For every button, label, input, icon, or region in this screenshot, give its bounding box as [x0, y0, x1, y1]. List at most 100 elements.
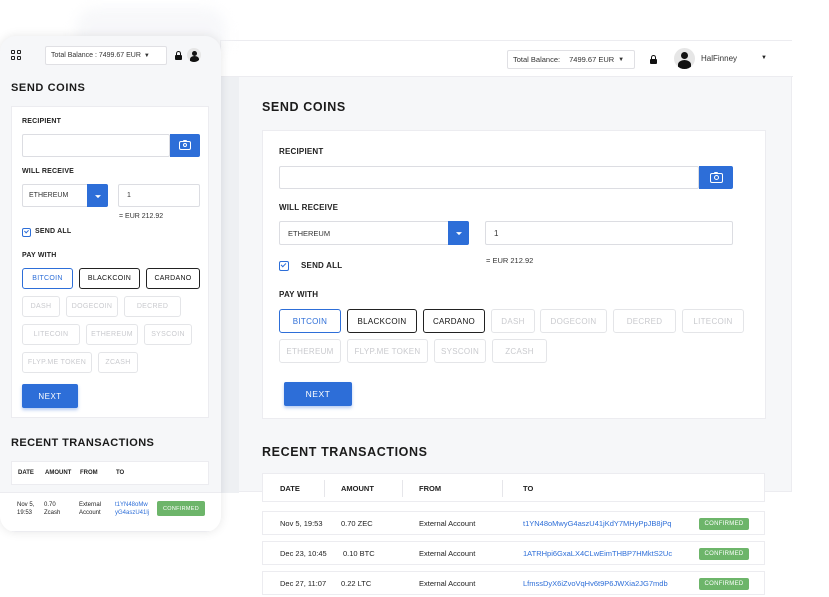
coin-blackcoin[interactable]: BLACKCOIN	[79, 268, 140, 289]
table-row[interactable]: Dec 23, 10:45 0.10 BTC External Account …	[262, 541, 765, 565]
status-badge: CONFIRMED	[699, 518, 749, 530]
coin-syscoin[interactable]: SYSCOIN	[434, 339, 486, 363]
page-title: SEND COINS	[262, 100, 346, 114]
avatar[interactable]	[674, 48, 695, 69]
scan-qr-button[interactable]	[699, 166, 733, 189]
amount-input[interactable]: 1	[118, 184, 200, 207]
tx-date: Nov 5, 19:53	[280, 519, 323, 528]
coin-litecoin[interactable]: LITECOIN	[22, 324, 80, 345]
coin-flypme-token[interactable]: FLYP.ME TOKEN	[22, 352, 92, 373]
balance-dropdown[interactable]: Total Balance: 7499.67 EUR ▼	[507, 50, 635, 69]
top-bar: Total Balance: 7499.67 EUR ▼ HalFinney ▼	[221, 41, 793, 77]
column-to: TO	[523, 484, 534, 493]
amount-input[interactable]: 1	[485, 221, 733, 245]
send-all-checkbox[interactable]	[22, 228, 31, 237]
checkmark-icon	[24, 228, 29, 234]
recipient-input[interactable]	[22, 134, 170, 157]
next-button[interactable]: NEXT	[284, 382, 352, 406]
table-row[interactable]: Nov 5, 19:53 0.70 ZEC External Account t…	[262, 511, 765, 535]
lock-icon[interactable]	[650, 55, 657, 64]
will-receive-label: WILL RECEIVE	[22, 168, 75, 175]
sidebar	[221, 77, 239, 493]
tx-date: Dec 23, 10:45	[280, 549, 327, 558]
table-row[interactable]: Nov 5, 19:53 0.70 Zcash External Account t1…	[0, 492, 221, 532]
status-badge: CONFIRMED	[699, 548, 749, 560]
coin-litecoin[interactable]: LITECOIN	[682, 309, 744, 333]
apps-grid-icon[interactable]	[11, 50, 23, 62]
balance-dropdown[interactable]: Total Balance : 7499.67 EUR ▼	[45, 46, 167, 65]
tx-from: External Account	[419, 549, 476, 558]
coin-dash[interactable]: DASH	[22, 296, 60, 317]
tx-from: External Account	[419, 519, 476, 528]
coin-bitcoin[interactable]: BITCOIN	[279, 309, 341, 333]
status-badge: CONFIRMED	[157, 501, 205, 516]
amount-equivalent: = EUR 212.92	[486, 256, 534, 265]
coin-cardano[interactable]: CARDANO	[423, 309, 485, 333]
currency-select[interactable]: ETHEREUM	[279, 221, 469, 245]
status-badge: CONFIRMED	[699, 578, 749, 590]
tx-to-address[interactable]: LfmssDyX6iZvoVqHv6t9P6JWXia2JG7mdb	[523, 579, 668, 588]
currency-select-caret[interactable]	[448, 221, 469, 245]
coin-flypme-token[interactable]: FLYP.ME TOKEN	[347, 339, 428, 363]
coin-zcash[interactable]: ZCASH	[492, 339, 547, 363]
transactions-header: DATE AMOUNT FROM TO	[262, 473, 765, 502]
avatar[interactable]	[187, 48, 201, 62]
mobile-view: Total Balance : 7499.67 EUR ▼ SEND COINS…	[0, 36, 221, 532]
column-amount: AMOUNT	[45, 470, 72, 476]
send-all-label[interactable]: SEND ALL	[301, 261, 342, 270]
chevron-down-icon[interactable]: ▼	[761, 55, 767, 61]
checkmark-icon	[280, 261, 287, 268]
coin-dash[interactable]: DASH	[491, 309, 535, 333]
tx-from: External Account	[419, 579, 476, 588]
send-all-label[interactable]: SEND ALL	[35, 228, 71, 235]
lock-icon[interactable]	[175, 51, 182, 60]
column-from: FROM	[80, 470, 98, 476]
tx-date: Nov 5, 19:53	[17, 502, 35, 516]
send-form-card: RECIPIENT WILL RECEIVE ETHEREUM 1 = EUR …	[11, 106, 209, 418]
coin-ethereum[interactable]: ETHEREUM	[86, 324, 138, 345]
table-row[interactable]: Dec 27, 11:07 0.22 LTC External Account …	[262, 571, 765, 595]
tx-to-address[interactable]: t1YN48oMw yG4aszU41lj	[115, 501, 149, 517]
balance-text: Total Balance : 7499.67 EUR	[51, 52, 141, 59]
tx-amount: 0.22 LTC	[341, 579, 372, 588]
recipient-label: RECIPIENT	[279, 147, 324, 156]
chevron-down-icon: ▼	[618, 56, 625, 63]
will-receive-label: WILL RECEIVE	[279, 203, 339, 212]
pay-with-label: PAY WITH	[279, 290, 319, 299]
column-amount: AMOUNT	[341, 484, 374, 493]
pay-with-label: PAY WITH	[22, 252, 57, 259]
balance-value: 7499.67 EUR	[569, 55, 615, 64]
coin-ethereum[interactable]: ETHEREUM	[279, 339, 341, 363]
tx-amount: 0.10 BTC	[343, 549, 375, 558]
balance-label: Total Balance:	[513, 55, 561, 64]
tx-to-address[interactable]: t1YN48oMwyG4aszU41jKdY7MHyPpJB8jPq	[523, 519, 671, 528]
tx-from: External Account	[79, 502, 102, 516]
username[interactable]: HalFinney	[701, 54, 737, 63]
coin-syscoin[interactable]: SYSCOIN	[144, 324, 192, 345]
scan-qr-button[interactable]	[170, 134, 200, 157]
recipient-input[interactable]	[279, 166, 699, 189]
tx-date: Dec 27, 11:07	[280, 579, 327, 588]
send-all-checkbox[interactable]	[279, 261, 289, 271]
tx-to-address[interactable]: 1ATRHpi6GxaLX4CLwEimTHBP7HMktS2Uc	[523, 549, 672, 558]
chevron-down-icon	[455, 232, 462, 236]
coin-decred[interactable]: DECRED	[613, 309, 676, 333]
coin-cardano[interactable]: CARDANO	[146, 268, 200, 289]
transactions-header: DATE AMOUNT FROM TO	[11, 461, 209, 485]
currency-select-caret[interactable]	[87, 184, 108, 207]
column-to: TO	[116, 470, 125, 476]
send-form-card: RECIPIENT WILL RECEIVE ETHEREUM 1 = EUR …	[262, 130, 766, 419]
coin-dogecoin[interactable]: DOGECOIN	[540, 309, 607, 333]
tx-amount: 0.70 Zcash	[44, 502, 61, 516]
coin-decred[interactable]: DECRED	[124, 296, 181, 317]
transactions-title: RECENT TRANSACTIONS	[11, 437, 155, 449]
coin-bitcoin[interactable]: BITCOIN	[22, 268, 73, 289]
next-button[interactable]: NEXT	[22, 384, 78, 408]
column-date: DATE	[18, 470, 34, 476]
coin-dogecoin[interactable]: DOGECOIN	[66, 296, 118, 317]
column-from: FROM	[419, 484, 442, 493]
coin-zcash[interactable]: ZCASH	[98, 352, 138, 373]
desktop-view: Total Balance: 7499.67 EUR ▼ HalFinney ▼…	[220, 40, 793, 493]
coin-blackcoin[interactable]: BLACKCOIN	[347, 309, 417, 333]
tx-amount: 0.70 ZEC	[341, 519, 373, 528]
